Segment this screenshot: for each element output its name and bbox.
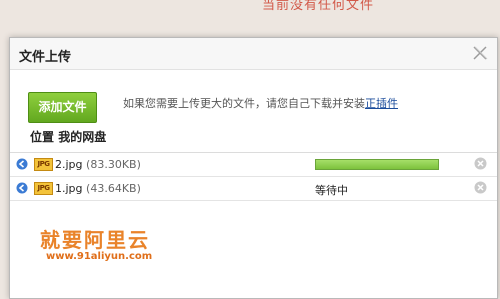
remove-icon[interactable] [474,157,487,170]
plugin-link[interactable]: 正插件 [365,97,398,110]
watermark-url: www.91aliyun.com [46,251,153,262]
add-file-button[interactable]: 添加文件 [28,92,97,123]
file-size: (43.64KB) [86,182,141,195]
jpg-file-icon: JPG [34,182,53,195]
remove-icon[interactable] [474,181,487,194]
dialog-title: 文件上传 [19,50,72,65]
dialog-titlebar: 文件上传 [10,38,497,70]
file-name-text: 2.jpg [55,158,83,171]
background-empty-text: 当前没有任何文件 [262,0,375,13]
upload-progress-bar [315,159,439,170]
file-size: (83.30KB) [86,158,141,171]
file-name-text: 1.jpg [55,182,83,195]
plugin-hint: 如果您需要上传更大的文件，请您自己下载并安装正插件 [123,95,398,111]
file-list: JPG 2.jpg (83.30KB) JPG 1.jpg (43.64KB) … [10,152,497,201]
upload-status: 等待中 [315,184,348,197]
file-name: 2.jpg (83.30KB) [55,158,141,171]
file-row: JPG 1.jpg (43.64KB) 等待中 [10,177,497,201]
jpg-file-icon: JPG [34,158,53,171]
file-name: 1.jpg (43.64KB) [55,182,141,195]
back-arrow-icon[interactable] [16,158,28,170]
location-value: 我的网盘 [58,130,107,144]
watermark: 就要阿里云 www.91aliyun.com [40,224,152,262]
file-row: JPG 2.jpg (83.30KB) [10,153,497,177]
back-arrow-icon[interactable] [16,182,28,194]
close-icon[interactable] [471,44,489,62]
upload-location: 位置 我的网盘 [30,128,106,145]
hint-text: 如果您需要上传更大的文件，请您自己下载并安装 [123,97,365,110]
progress-fill [316,160,438,169]
location-label: 位置 [30,130,55,144]
watermark-title: 就要阿里云 [40,228,150,252]
